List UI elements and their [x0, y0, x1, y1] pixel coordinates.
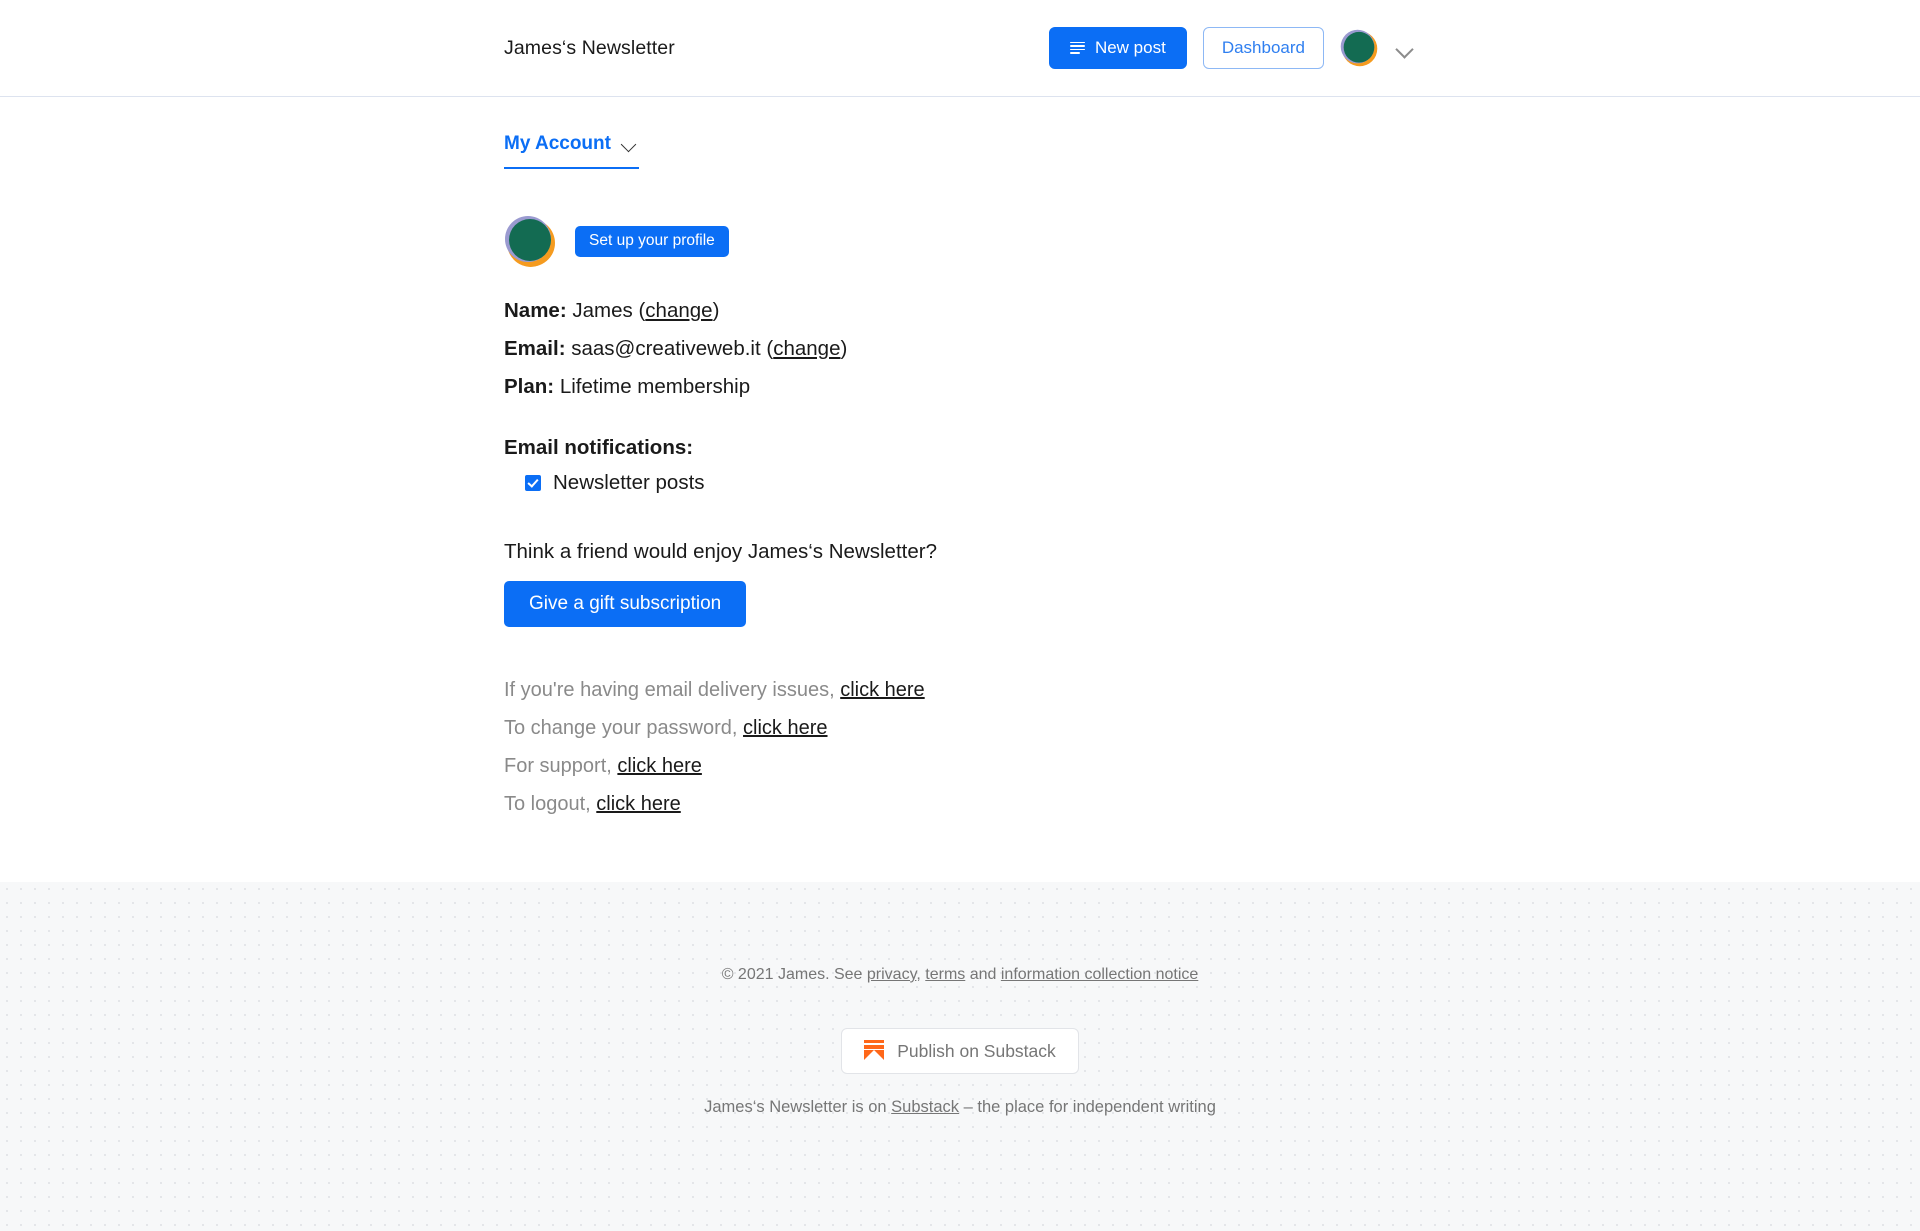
- account-info: Name: James (change) Email: saas@creativ…: [504, 292, 1416, 406]
- information-collection-notice-link[interactable]: information collection notice: [1001, 966, 1198, 983]
- plan-label: Plan:: [504, 375, 555, 398]
- email-row: Email: saas@creativeweb.it (change): [504, 330, 1416, 368]
- chevron-down-icon[interactable]: [1394, 37, 1416, 59]
- tab-my-account[interactable]: My Account: [504, 133, 639, 169]
- help-text: To change your password,: [504, 717, 744, 739]
- plan-value: Lifetime membership: [559, 375, 751, 398]
- support-link[interactable]: click here: [617, 755, 701, 777]
- lines-icon: [1069, 41, 1085, 55]
- email-value: saas@creativeweb.it: [571, 337, 761, 360]
- user-avatar-icon: [1340, 29, 1378, 67]
- copyright-prefix: © 2021 James. See: [721, 966, 867, 983]
- name-value: James: [572, 299, 633, 322]
- notification-option-row: Newsletter posts: [504, 471, 1416, 495]
- header-actions: New post Dashboard: [1048, 27, 1416, 69]
- paren-close: ): [840, 337, 848, 360]
- help-line-change-password: To change your password, click here: [504, 709, 1416, 747]
- set-up-profile-label: Set up your profile: [589, 232, 715, 249]
- substack-logo-icon: [864, 1040, 885, 1062]
- email-notifications-title: Email notifications:: [504, 436, 694, 459]
- dashboard-button[interactable]: Dashboard: [1202, 27, 1324, 69]
- name-row: Name: James (change): [504, 292, 1416, 330]
- set-up-profile-button[interactable]: Set up your profile: [575, 225, 729, 257]
- publish-on-substack-label: Publish on Substack: [897, 1040, 1056, 1061]
- account-tabs: My Account: [504, 97, 1416, 169]
- substack-link[interactable]: Substack: [891, 1098, 959, 1116]
- help-line-support: For support, click here: [504, 747, 1416, 785]
- paren-close: ): [712, 299, 720, 322]
- avatar[interactable]: [504, 215, 556, 267]
- change-email-link[interactable]: change: [773, 337, 840, 360]
- publish-on-substack-button[interactable]: Publish on Substack: [841, 1028, 1079, 1074]
- give-gift-subscription-label: Give a gift subscription: [529, 593, 722, 614]
- copyright-line: © 2021 James. See privacy, terms and inf…: [0, 966, 1920, 984]
- privacy-link[interactable]: privacy: [867, 966, 917, 983]
- name-label: Name:: [504, 299, 567, 322]
- tagline-suffix: – the place for independent writing: [959, 1098, 1216, 1116]
- and-label: and: [965, 966, 1001, 983]
- main-content: My Account Set up your profile Name: Jam…: [0, 97, 1920, 882]
- notification-option-label: Newsletter posts: [553, 471, 705, 494]
- give-gift-subscription-button[interactable]: Give a gift subscription: [504, 581, 747, 627]
- dashboard-label: Dashboard: [1221, 38, 1305, 57]
- user-avatar-icon: [505, 216, 555, 267]
- substack-tagline: James‘s Newsletter is on Substack – the …: [0, 1098, 1920, 1117]
- publication-title: James‘s Newsletter: [504, 36, 675, 59]
- terms-link[interactable]: terms: [925, 966, 965, 983]
- gift-question: Think a friend would enjoy James‘s Newsl…: [504, 540, 937, 563]
- new-post-label: New post: [1094, 38, 1166, 57]
- logout-link[interactable]: click here: [596, 793, 680, 815]
- site-header: James‘s Newsletter New post Dashboard: [0, 0, 1920, 97]
- plan-row: Plan: Lifetime membership: [504, 368, 1416, 406]
- checkbox-checked-icon[interactable]: [525, 475, 541, 491]
- help-line-logout: To logout, click here: [504, 785, 1416, 823]
- help-text: To logout,: [504, 793, 597, 815]
- help-text: If you're having email delivery issues,: [504, 679, 841, 701]
- help-text: For support,: [504, 755, 618, 777]
- site-footer: © 2021 James. See privacy, terms and inf…: [0, 882, 1920, 1231]
- tab-my-account-label: My Account: [504, 133, 611, 154]
- avatar[interactable]: [1340, 29, 1378, 67]
- profile-row: Set up your profile: [504, 215, 1416, 267]
- help-line-email-delivery: If you're having email delivery issues, …: [504, 671, 1416, 709]
- chevron-down-icon[interactable]: [621, 135, 639, 153]
- new-post-button[interactable]: New post: [1048, 27, 1187, 69]
- tagline-prefix: James‘s Newsletter is on: [704, 1098, 892, 1116]
- email-label: Email:: [504, 337, 566, 360]
- help-links: If you're having email delivery issues, …: [504, 671, 1416, 823]
- change-password-link[interactable]: click here: [743, 717, 827, 739]
- change-name-link[interactable]: change: [645, 299, 712, 322]
- email-delivery-link[interactable]: click here: [840, 679, 924, 701]
- comma: ,: [916, 966, 926, 983]
